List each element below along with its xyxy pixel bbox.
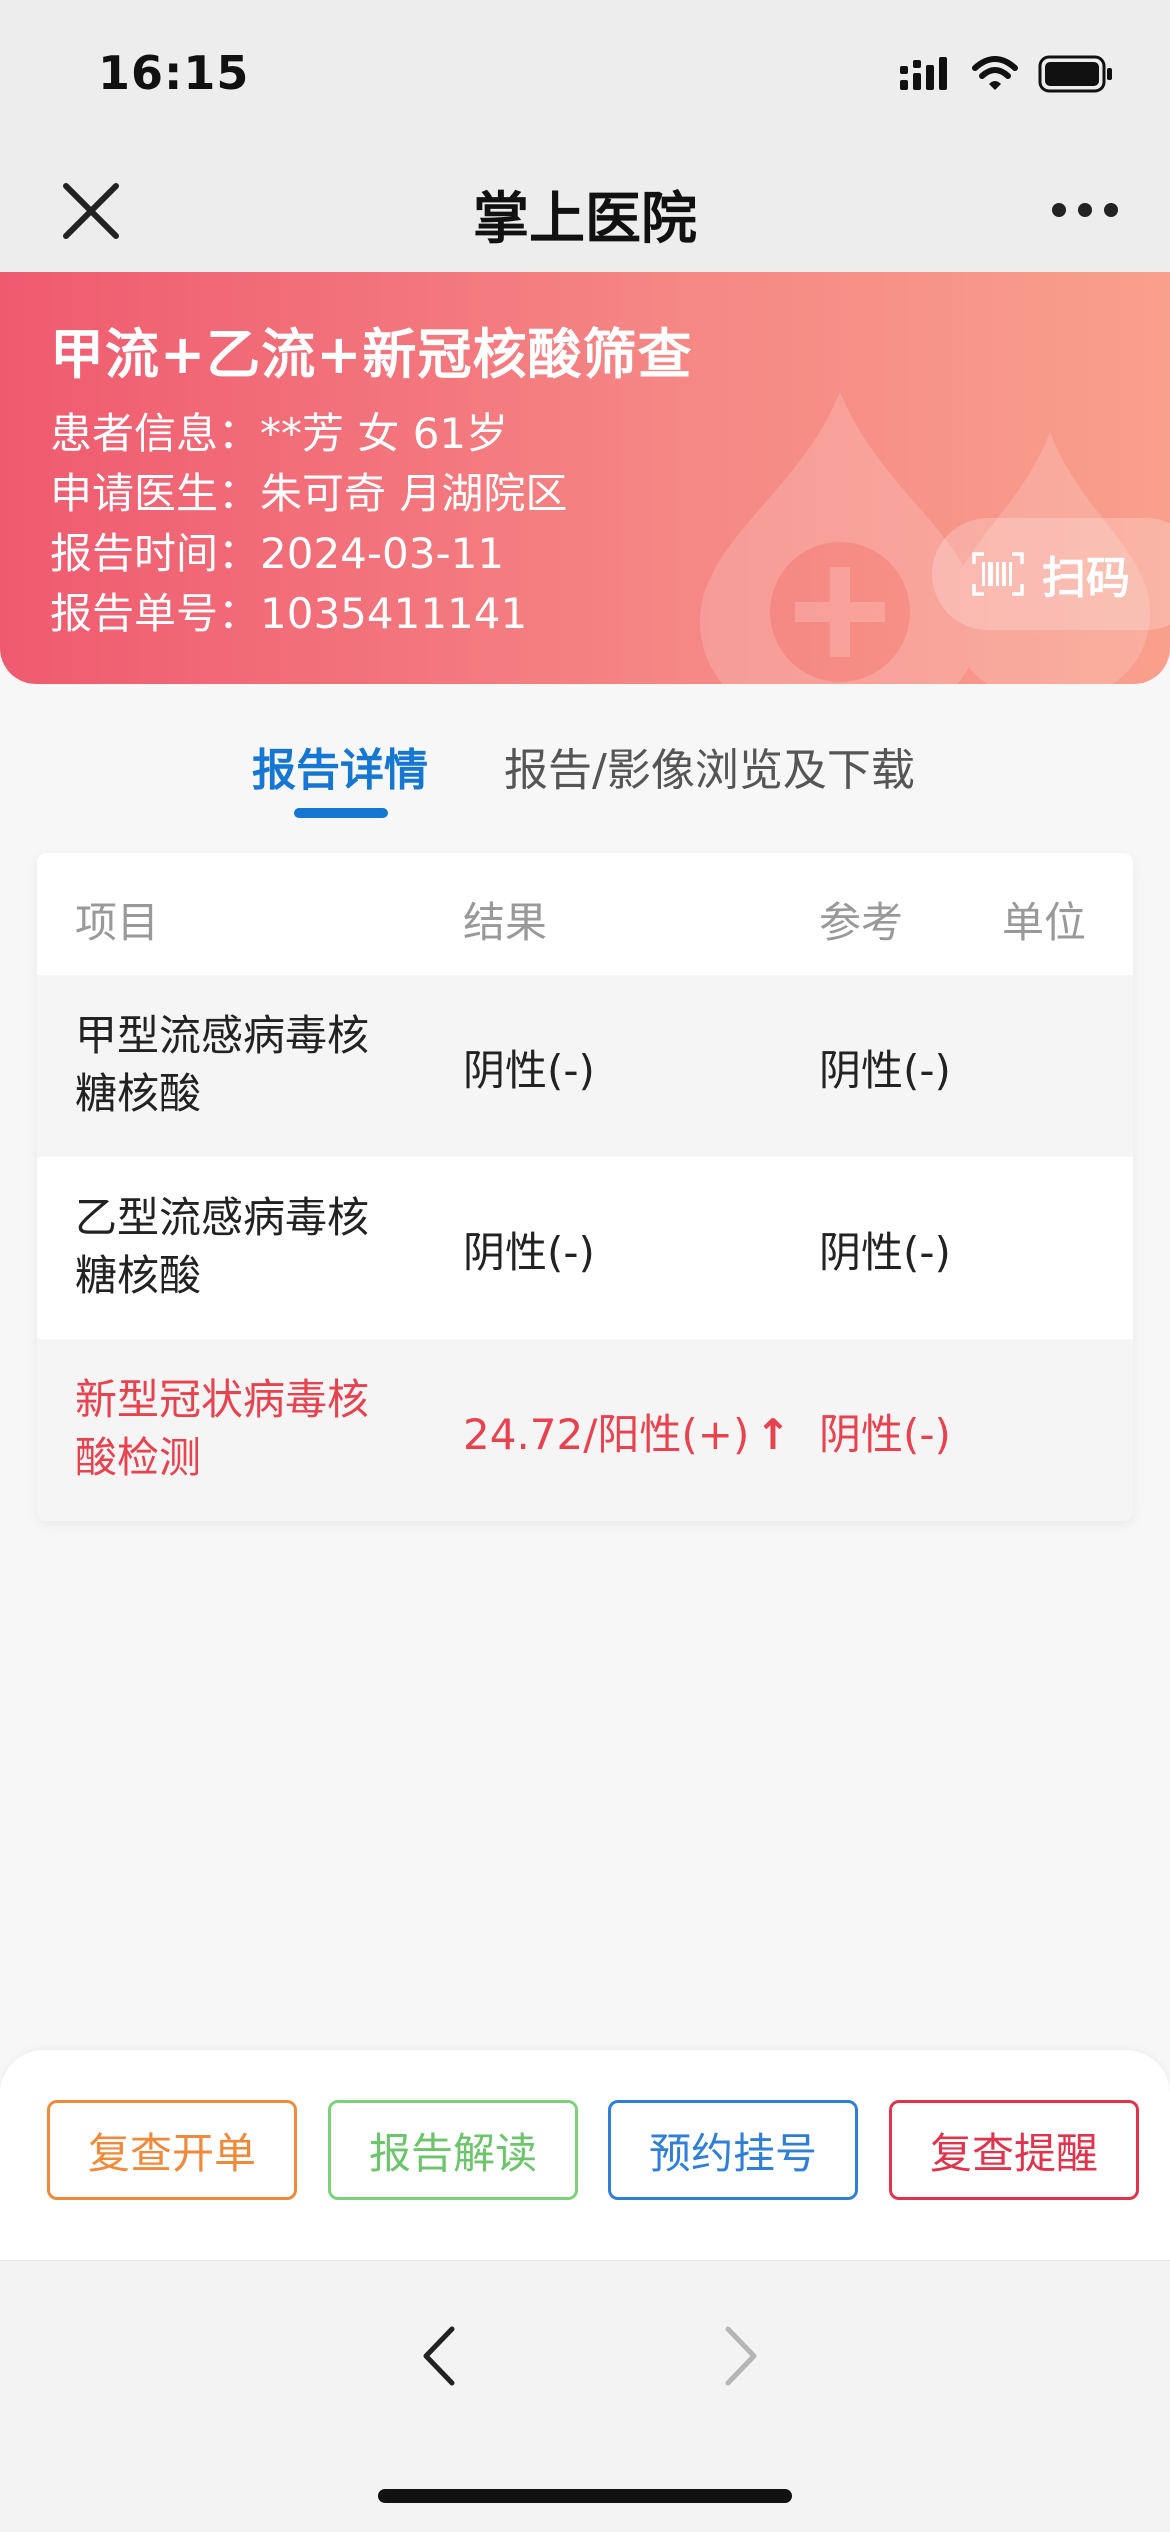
more-icon[interactable] — [1050, 196, 1120, 224]
result-text: 24.72/阳性(+) — [463, 1410, 750, 1459]
table-header: 项目 结果 参考 单位 — [37, 853, 1133, 975]
requesting-doctor: 申请医生：朱可奇 月湖院区 — [50, 469, 568, 518]
wifi-icon — [972, 56, 1018, 90]
action-bar: 复查开单 报告解读 预约挂号 复查提醒 — [0, 2050, 1170, 2260]
table-row: 乙型流感病毒核 糖核酸 阴性(-) 阴性(-) — [37, 1157, 1133, 1339]
back-arrow-icon[interactable] — [410, 2321, 470, 2391]
result-value: 24.72/阳性(+) ↑ — [463, 1401, 791, 1462]
tab-report-details[interactable]: 报告详情 — [252, 734, 428, 798]
appointment-button[interactable]: 预约挂号 — [608, 2100, 858, 2200]
recheck-order-button[interactable]: 复查开单 — [47, 2100, 297, 2200]
header-reference: 参考 — [819, 898, 904, 947]
header-unit: 单位 — [1002, 898, 1087, 947]
item-name-line: 甲型流感病毒核 — [75, 1011, 370, 1060]
app-screen: 16:15 掌上医院 甲流+乙流+新冠核酸筛查 患者信息：**芳 女 61岁 申… — [0, 0, 1170, 2532]
patient-info: 患者信息：**芳 女 61岁 — [50, 409, 509, 458]
scan-button[interactable]: 扫码 — [932, 518, 1170, 630]
tab-report-image-download[interactable]: 报告/影像浏览及下载 — [504, 734, 915, 798]
report-title: 甲流+乙流+新冠核酸筛查 — [50, 323, 693, 386]
report-header: 甲流+乙流+新冠核酸筛查 患者信息：**芳 女 61岁 申请医生：朱可奇 月湖院… — [0, 272, 1170, 684]
item-name-line: 新型冠状病毒核 — [75, 1375, 370, 1424]
nav-bar: 掌上医院 — [0, 150, 1170, 272]
status-icons — [900, 52, 1114, 96]
forward-arrow-icon[interactable] — [710, 2321, 770, 2391]
item-name: 新型冠状病毒核 酸检测 — [75, 1371, 405, 1487]
scan-label: 扫码 — [1042, 553, 1130, 604]
report-tabs: 报告详情 报告/影像浏览及下载 — [0, 684, 1170, 834]
table-row-abnormal: 新型冠状病毒核 酸检测 24.72/阳性(+) ↑ 阴性(-) — [37, 1339, 1133, 1521]
report-time: 报告时间：2024-03-11 — [50, 529, 505, 578]
report-interpret-button[interactable]: 报告解读 — [328, 2100, 578, 2200]
page-title: 掌上医院 — [473, 187, 697, 252]
reference-value: 阴性(-) — [819, 1228, 951, 1277]
item-name-line: 糖核酸 — [75, 1251, 202, 1300]
report-number: 报告单号：1035411141 — [50, 589, 528, 638]
header-item: 项目 — [75, 898, 160, 947]
home-indicator — [378, 2489, 792, 2503]
results-table: 项目 结果 参考 单位 甲型流感病毒核 糖核酸 阴性(-) 阴性(-) 乙型流感… — [37, 853, 1133, 1521]
item-name: 乙型流感病毒核 糖核酸 — [75, 1189, 405, 1305]
item-name: 甲型流感病毒核 糖核酸 — [75, 1007, 405, 1123]
item-name-line: 糖核酸 — [75, 1069, 202, 1118]
recheck-reminder-button[interactable]: 复查提醒 — [889, 2100, 1139, 2200]
bottom-nav — [0, 2260, 1170, 2532]
header-result: 结果 — [463, 898, 548, 947]
status-bar: 16:15 — [0, 0, 1170, 150]
reference-value: 阴性(-) — [819, 1046, 951, 1095]
reference-value: 阴性(-) — [819, 1410, 951, 1459]
result-value: 阴性(-) — [463, 1046, 595, 1095]
table-row: 甲型流感病毒核 糖核酸 阴性(-) 阴性(-) — [37, 975, 1133, 1157]
result-value: 阴性(-) — [463, 1228, 595, 1277]
cellular-signal-icon — [900, 57, 947, 90]
barcode-icon — [972, 552, 1024, 596]
item-name-line: 乙型流感病毒核 — [75, 1193, 370, 1242]
battery-icon — [1038, 55, 1112, 93]
active-tab-indicator — [294, 808, 388, 818]
item-name-line: 酸检测 — [75, 1433, 202, 1482]
status-time: 16:15 — [98, 46, 250, 100]
arrow-up-icon: ↑ — [755, 1410, 791, 1459]
